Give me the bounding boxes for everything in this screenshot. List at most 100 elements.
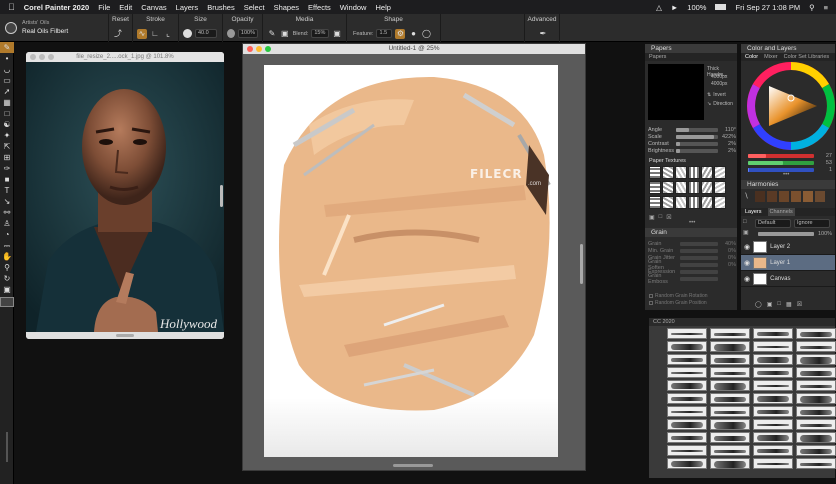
reference-resize-handle[interactable]	[220, 185, 223, 207]
menu-layers[interactable]: Layers	[176, 3, 199, 12]
layer-row[interactable]: ◉ Layer 2	[741, 239, 835, 255]
paper-texture-swatch[interactable]	[688, 181, 700, 194]
paper-texture-swatch[interactable]	[662, 181, 674, 194]
opacity-field[interactable]: 100%	[237, 29, 258, 38]
magic-wand-icon[interactable]: ✦	[0, 130, 14, 141]
document-horizontal-scrollbar[interactable]	[393, 464, 433, 467]
paper-texture-swatch[interactable]	[701, 166, 713, 179]
harmony-swatch[interactable]	[767, 191, 777, 202]
size-field[interactable]: 40.0	[195, 29, 217, 38]
eraser-tool-icon[interactable]: ▭	[0, 75, 14, 86]
harmony-swatch[interactable]	[755, 191, 765, 202]
brush-variant-cell[interactable]	[796, 432, 836, 443]
grain-slider-row[interactable]: Min. Grain 0%	[645, 247, 739, 254]
app-menu[interactable]: Corel Painter 2020	[24, 3, 89, 12]
grabber-tool-icon[interactable]: ✋	[0, 251, 14, 262]
stroke-freehand-icon[interactable]: ∿	[137, 28, 147, 39]
paper-slider-track[interactable]	[676, 134, 718, 139]
brush-variant-cell[interactable]	[753, 458, 793, 469]
brush-variant-cell[interactable]	[753, 419, 793, 430]
brush-variant-cell[interactable]	[753, 432, 793, 443]
selection-tool-icon[interactable]: □	[0, 108, 14, 119]
brush-variant-cell[interactable]	[796, 406, 836, 417]
direction-paper[interactable]: ↘ Direction	[707, 101, 733, 107]
red-slider[interactable]: 27	[745, 152, 835, 159]
composite-method-select[interactable]: Default	[755, 219, 791, 228]
brush-variant-cell[interactable]	[796, 445, 836, 456]
brush-selector[interactable]: Artists' Oils Real Oils Filbert	[0, 14, 108, 42]
crop-tool-icon[interactable]: ⊞	[0, 152, 14, 163]
layer-row[interactable]: ◉ Canvas	[741, 271, 835, 287]
shape-tool-icon[interactable]: ■	[0, 174, 14, 185]
random-grain-rotation[interactable]: Random Grain Rotation	[649, 293, 708, 299]
brush-variant-cell[interactable]	[710, 354, 750, 365]
brush-variant-cell[interactable]	[710, 341, 750, 352]
delete-layer-icon[interactable]: ☒	[797, 301, 802, 308]
paper-slider-track[interactable]	[676, 148, 718, 153]
paper-texture-swatch[interactable]	[662, 166, 674, 179]
grain-slider-row[interactable]: Grain Soften 0%	[645, 259, 739, 271]
advanced-brush-icon[interactable]: ✒	[538, 29, 548, 39]
papers-panel-title[interactable]: Papers	[645, 44, 737, 53]
blue-slider[interactable]: 1	[745, 166, 835, 173]
brush-variant-cell[interactable]	[753, 406, 793, 417]
dropper-tool-icon[interactable]: •	[0, 53, 14, 64]
brush-tool-icon[interactable]: ✎	[0, 42, 14, 53]
layer-mask-icon[interactable]: ▣	[743, 229, 749, 236]
paper-textures-title[interactable]: Paper Textures	[649, 158, 686, 164]
brush-variant-cell[interactable]	[753, 393, 793, 404]
paper-texture-swatch[interactable]	[714, 181, 726, 194]
layer-group-icon[interactable]: ▦	[786, 301, 792, 308]
invert-paper[interactable]: ⇅ Invert	[707, 92, 726, 98]
color-wheel[interactable]	[741, 62, 836, 152]
brush-variant-cell[interactable]	[753, 328, 793, 339]
zoom-window-icon[interactable]	[48, 54, 54, 60]
brush-variant-cell[interactable]	[796, 354, 836, 365]
mirror-tool-icon[interactable]: ⎓	[0, 240, 14, 251]
brush-variant-cell[interactable]	[667, 367, 707, 378]
brush-variant-cell[interactable]	[667, 328, 707, 339]
brush-variant-cell[interactable]	[796, 328, 836, 339]
brush-variant-cell[interactable]	[710, 458, 750, 469]
layer-eye-icon[interactable]: ◉	[744, 275, 750, 283]
brush-variant-cell[interactable]	[796, 380, 836, 391]
grain-panel-title[interactable]: Grain	[645, 228, 737, 237]
layer-adjuster-icon[interactable]: ➚	[0, 86, 14, 97]
brush-variant-cell[interactable]	[710, 380, 750, 391]
paper-texture-swatch[interactable]	[649, 196, 661, 209]
composite-mode-select[interactable]: Ignore	[794, 219, 830, 228]
brush-variant-cell[interactable]	[710, 393, 750, 404]
zoom-document-icon[interactable]	[265, 46, 271, 52]
new-layer-icon[interactable]: ▣	[767, 301, 773, 308]
paper-texture-swatch[interactable]	[662, 196, 674, 209]
clock[interactable]: Fri Sep 27 1:08 PM	[735, 3, 800, 12]
paper-add-icon[interactable]: ▣	[649, 214, 655, 221]
layer-opacity-slider[interactable]: 100%	[755, 230, 835, 237]
layers-tab[interactable]: Layers	[745, 208, 762, 216]
color-panel-title[interactable]: Color and Layers	[741, 44, 835, 53]
harmony-swatch[interactable]	[779, 191, 789, 202]
paper-slider-row[interactable]: Angle 110°	[645, 126, 739, 133]
brush-variant-cell[interactable]	[796, 367, 836, 378]
color-more-icon[interactable]: •••	[783, 172, 789, 178]
layer-lock-icon[interactable]: □	[743, 219, 749, 225]
reference-window-titlebar[interactable]: file_resize_2.....ock_1.jpg @ 101.8%	[26, 52, 224, 62]
color-set-tab[interactable]: Color Set Libraries	[784, 53, 830, 61]
color-tab[interactable]: Color	[745, 53, 758, 61]
grain-slider-track[interactable]	[680, 276, 718, 281]
paper-texture-swatch[interactable]	[675, 181, 687, 194]
brush-variant-cell[interactable]	[753, 445, 793, 456]
dodge-tool-icon[interactable]: ◔	[0, 229, 14, 240]
grain-slider-track[interactable]	[680, 241, 718, 246]
harmony-brush-icon[interactable]: ∖	[744, 192, 748, 200]
paper-slider-track[interactable]	[676, 141, 718, 146]
harmony-swatch[interactable]	[803, 191, 813, 202]
close-window-icon[interactable]	[30, 54, 36, 60]
paper-texture-swatch[interactable]	[649, 166, 661, 179]
paper-texture-swatch[interactable]	[714, 166, 726, 179]
harmony-swatch[interactable]	[791, 191, 801, 202]
brush-variant-cell[interactable]	[667, 393, 707, 404]
control-center-icon[interactable]: ≡	[824, 3, 828, 12]
menu-window[interactable]: Window	[340, 3, 367, 12]
brush-selector-icon[interactable]	[5, 22, 17, 34]
